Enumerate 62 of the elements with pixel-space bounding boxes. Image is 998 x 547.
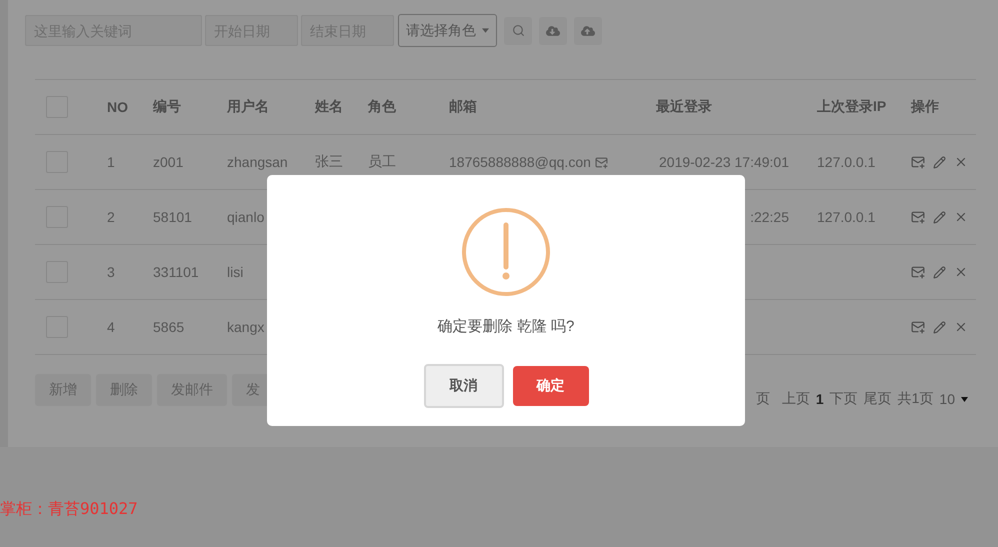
column-header: 姓名	[314, 98, 344, 116]
send-mail-icon[interactable]	[911, 210, 925, 224]
delete-icon[interactable]	[954, 210, 968, 224]
delete-icon[interactable]	[954, 155, 968, 169]
table-cell: 1	[107, 154, 115, 170]
caret-icon	[482, 28, 489, 33]
cancel-button[interactable]: 取消	[424, 364, 504, 408]
cloud-download-button[interactable]	[539, 16, 567, 44]
edit-icon[interactable]	[933, 210, 946, 224]
table-cell: 5865	[153, 319, 184, 335]
column-header: 用户名	[226, 98, 270, 116]
table-cell: 2019-02-23 17:49:01	[659, 154, 789, 170]
footer-note: 掌柜：青苔901027	[0, 498, 139, 520]
role-select[interactable]: 请选择角色	[398, 14, 497, 47]
dialog-message: 确定要删除 乾隆 吗?	[438, 317, 574, 336]
table-cell: 2	[107, 209, 115, 225]
table-cell: 331101	[153, 264, 199, 280]
table-cell: zhangsan	[227, 154, 288, 170]
prev-page-link[interactable]: 上页	[782, 390, 810, 408]
edit-icon[interactable]	[933, 266, 946, 278]
table-cell: :22:25	[750, 209, 789, 225]
table-cell: kangx	[227, 319, 264, 335]
search-icon	[512, 24, 524, 37]
cloud-download-icon	[546, 24, 560, 38]
column-header: NO	[106, 99, 129, 115]
column-header: 编号	[152, 98, 182, 116]
delete-icon[interactable]	[954, 320, 968, 334]
column-header: 上次登录IP	[816, 98, 888, 116]
caret-icon	[961, 396, 968, 402]
next-page-link[interactable]: 下页	[830, 390, 858, 408]
table-cell: 18765888888@qq.con	[449, 154, 591, 170]
send-mail-icon[interactable]	[911, 265, 925, 279]
warning-icon	[461, 207, 551, 297]
table-cell: 4	[107, 319, 115, 335]
table-cell: 张三	[315, 153, 343, 171]
table-cell: 58101	[153, 209, 192, 225]
table-cell: 3	[107, 264, 115, 280]
page-size-select[interactable]: 10	[939, 391, 955, 407]
edit-icon[interactable]	[933, 320, 946, 334]
table-cell: qianlo	[227, 209, 264, 225]
send-mail-icon[interactable]	[911, 155, 925, 169]
table-cell: 127.0.0.1	[817, 209, 876, 225]
column-header: 最近登录	[655, 98, 713, 116]
current-page-link[interactable]: 1	[816, 391, 824, 407]
first-page-link[interactable]: 页	[756, 390, 770, 408]
edit-icon[interactable]	[933, 156, 946, 168]
table-cell: lisi	[227, 264, 244, 280]
table-cell: 127.0.0.1	[817, 154, 876, 170]
column-header: 邮箱	[448, 98, 478, 116]
delete-icon[interactable]	[954, 265, 968, 279]
cloud-upload-icon	[581, 24, 595, 38]
send-mail-icon[interactable]	[911, 320, 925, 334]
page-total: 共1页	[898, 390, 934, 408]
table-cell: 员工	[368, 153, 396, 171]
search-button[interactable]	[504, 16, 532, 44]
confirm-button[interactable]: 确定	[512, 366, 588, 406]
column-header: 角色	[366, 98, 397, 116]
mail-icon[interactable]	[594, 156, 608, 168]
table-cell: z001	[153, 154, 184, 170]
cloud-upload-button[interactable]	[574, 16, 602, 44]
last-page-link[interactable]: 尾页	[864, 390, 892, 408]
column-header: 操作	[910, 98, 940, 116]
